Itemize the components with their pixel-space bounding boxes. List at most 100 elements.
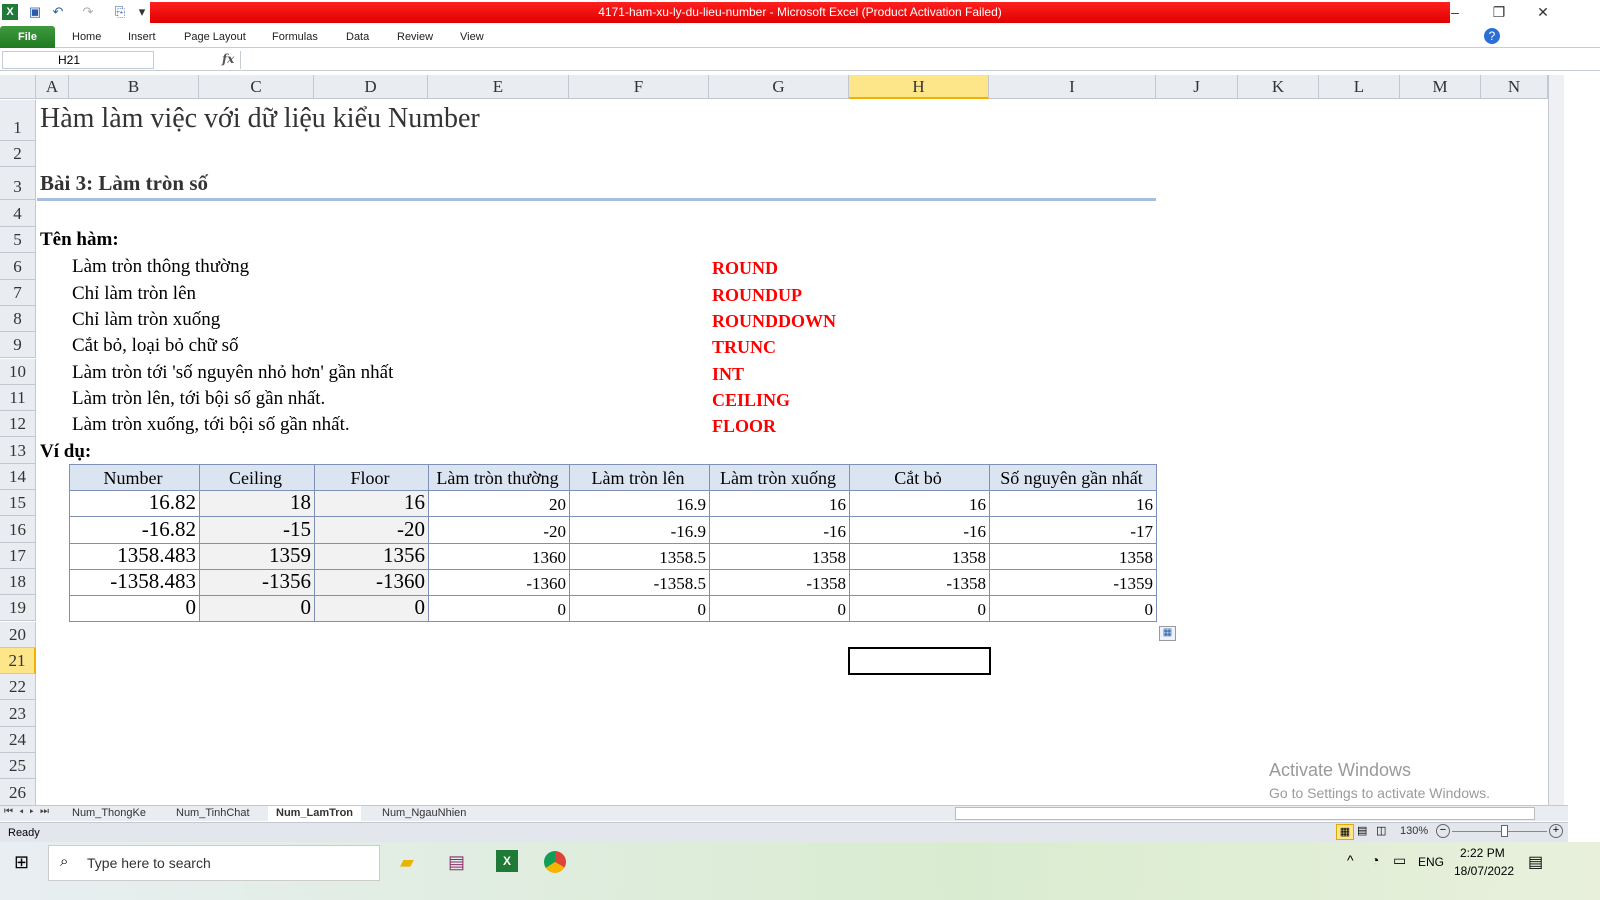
- row-header-20[interactable]: 20: [0, 621, 36, 648]
- row-header-8[interactable]: 8: [0, 305, 36, 333]
- sheet-tab-num-ngaunhien[interactable]: Num_NgauNhien: [374, 806, 474, 821]
- table-cell[interactable]: -1358.483: [69, 568, 200, 597]
- table-cell[interactable]: -1358: [849, 568, 990, 597]
- tab-insert[interactable]: Insert: [128, 26, 156, 48]
- save-icon[interactable]: ▣: [27, 4, 43, 20]
- page-layout-view-icon[interactable]: ▤: [1357, 824, 1367, 837]
- row-header-24[interactable]: 24: [0, 726, 36, 753]
- vertical-scrollbar[interactable]: [1548, 75, 1564, 805]
- column-header-F[interactable]: F: [569, 75, 709, 99]
- table-cell[interactable]: -16.9: [569, 516, 710, 544]
- table-cell[interactable]: 1358.5: [569, 542, 710, 570]
- table-cell[interactable]: -16.82: [69, 516, 200, 544]
- file-explorer-icon[interactable]: ▰: [400, 852, 414, 873]
- tab-page-layout[interactable]: Page Layout: [184, 26, 246, 48]
- table-cell[interactable]: -1358: [709, 568, 850, 597]
- excel-taskbar-icon[interactable]: X: [496, 850, 518, 872]
- restore-button[interactable]: ❐: [1484, 4, 1514, 21]
- table-cell[interactable]: -1356: [199, 568, 315, 597]
- select-all-corner[interactable]: [0, 75, 36, 99]
- row-header-13[interactable]: 13: [0, 437, 36, 464]
- row-header-17[interactable]: 17: [0, 542, 36, 569]
- row-header-15[interactable]: 15: [0, 490, 36, 517]
- paste-options-icon[interactable]: ▦: [1159, 626, 1176, 641]
- chrome-icon[interactable]: [544, 851, 566, 873]
- windows-start-icon[interactable]: ⊞: [14, 852, 29, 873]
- clock-date[interactable]: 18/07/2022: [1454, 864, 1514, 878]
- table-cell[interactable]: -17: [989, 516, 1157, 544]
- close-button[interactable]: ✕: [1528, 4, 1558, 21]
- column-header-D[interactable]: D: [314, 75, 428, 99]
- table-cell[interactable]: -16: [709, 516, 850, 544]
- table-cell[interactable]: 0: [849, 595, 990, 623]
- table-cell[interactable]: -20: [428, 516, 570, 544]
- tab-review[interactable]: Review: [397, 26, 433, 48]
- table-cell[interactable]: 0: [709, 595, 850, 623]
- minimize-button[interactable]: –: [1440, 4, 1470, 20]
- row-header-9[interactable]: 9: [0, 332, 36, 359]
- table-cell[interactable]: 16: [849, 490, 990, 518]
- table-cell[interactable]: -15: [199, 516, 315, 544]
- row-header-3[interactable]: 3: [0, 167, 36, 200]
- row-header-12[interactable]: 12: [0, 411, 36, 438]
- row-header-26[interactable]: 26: [0, 779, 36, 806]
- zoom-in-icon[interactable]: +: [1549, 824, 1563, 838]
- column-header-J[interactable]: J: [1156, 75, 1238, 99]
- row-header-1[interactable]: 1: [0, 100, 36, 141]
- row-header-4[interactable]: 4: [0, 200, 36, 227]
- table-cell[interactable]: 1358.483: [69, 542, 200, 570]
- clock-time[interactable]: 2:22 PM: [1460, 846, 1505, 860]
- taskbar-search-input[interactable]: Type here to search: [48, 845, 380, 881]
- row-header-23[interactable]: 23: [0, 700, 36, 727]
- table-cell[interactable]: 16: [709, 490, 850, 518]
- sheet-tab-num-lamtron[interactable]: Num_LamTron: [268, 806, 362, 821]
- tab-file[interactable]: File: [0, 26, 55, 48]
- zoom-level[interactable]: 130%: [1400, 825, 1428, 837]
- row-header-14[interactable]: 14: [0, 463, 36, 490]
- table-cell[interactable]: 1359: [199, 542, 315, 570]
- tab-data[interactable]: Data: [346, 26, 369, 48]
- table-cell[interactable]: 18: [199, 490, 315, 518]
- column-header-B[interactable]: B: [69, 75, 199, 99]
- zoom-slider-thumb[interactable]: [1501, 825, 1508, 837]
- table-cell[interactable]: 16.82: [69, 490, 200, 518]
- tab-formulas[interactable]: Formulas: [272, 26, 318, 48]
- table-cell[interactable]: 0: [569, 595, 710, 623]
- zoom-slider[interactable]: [1452, 831, 1547, 832]
- name-box[interactable]: H21: [2, 51, 154, 69]
- column-header-L[interactable]: L: [1319, 75, 1400, 99]
- undo-icon[interactable]: ↶: [50, 4, 66, 20]
- row-header-11[interactable]: 11: [0, 384, 36, 412]
- row-header-5[interactable]: 5: [0, 227, 36, 254]
- wifi-icon[interactable]: ◔: [1371, 852, 1379, 868]
- table-cell[interactable]: 1358: [849, 542, 990, 570]
- table-cell[interactable]: 16: [314, 490, 429, 518]
- table-cell[interactable]: 16.9: [569, 490, 710, 518]
- insert-function-icon[interactable]: fx: [222, 52, 234, 66]
- zoom-out-icon[interactable]: −: [1436, 824, 1450, 838]
- column-header-A[interactable]: A: [36, 75, 69, 99]
- table-cell[interactable]: 1356: [314, 542, 429, 570]
- row-header-6[interactable]: 6: [0, 253, 36, 280]
- redo-icon[interactable]: ↷: [80, 4, 96, 20]
- table-cell[interactable]: 0: [69, 595, 200, 623]
- page-break-view-icon[interactable]: ◫: [1376, 824, 1386, 837]
- table-cell[interactable]: 0: [428, 595, 570, 623]
- row-header-7[interactable]: 7: [0, 279, 36, 306]
- table-cell[interactable]: 0: [314, 595, 429, 623]
- column-header-N[interactable]: N: [1481, 75, 1548, 99]
- horizontal-scrollbar[interactable]: [955, 807, 1535, 820]
- sheet-tab-num-thongke[interactable]: Num_ThongKe: [64, 806, 154, 821]
- normal-view-icon[interactable]: ▦: [1336, 824, 1354, 840]
- table-cell[interactable]: -1358.5: [569, 568, 710, 597]
- battery-icon[interactable]: ▭: [1393, 852, 1406, 869]
- help-icon[interactable]: ?: [1484, 28, 1500, 44]
- table-cell[interactable]: -1359: [989, 568, 1157, 597]
- sheet-nav-arrows-icon[interactable]: ⏮◂▸⏭: [4, 806, 55, 817]
- column-header-M[interactable]: M: [1400, 75, 1481, 99]
- row-header-18[interactable]: 18: [0, 568, 36, 596]
- table-cell[interactable]: 0: [199, 595, 315, 623]
- column-header-I[interactable]: I: [989, 75, 1156, 99]
- column-header-E[interactable]: E: [428, 75, 569, 99]
- column-header-G[interactable]: G: [709, 75, 849, 99]
